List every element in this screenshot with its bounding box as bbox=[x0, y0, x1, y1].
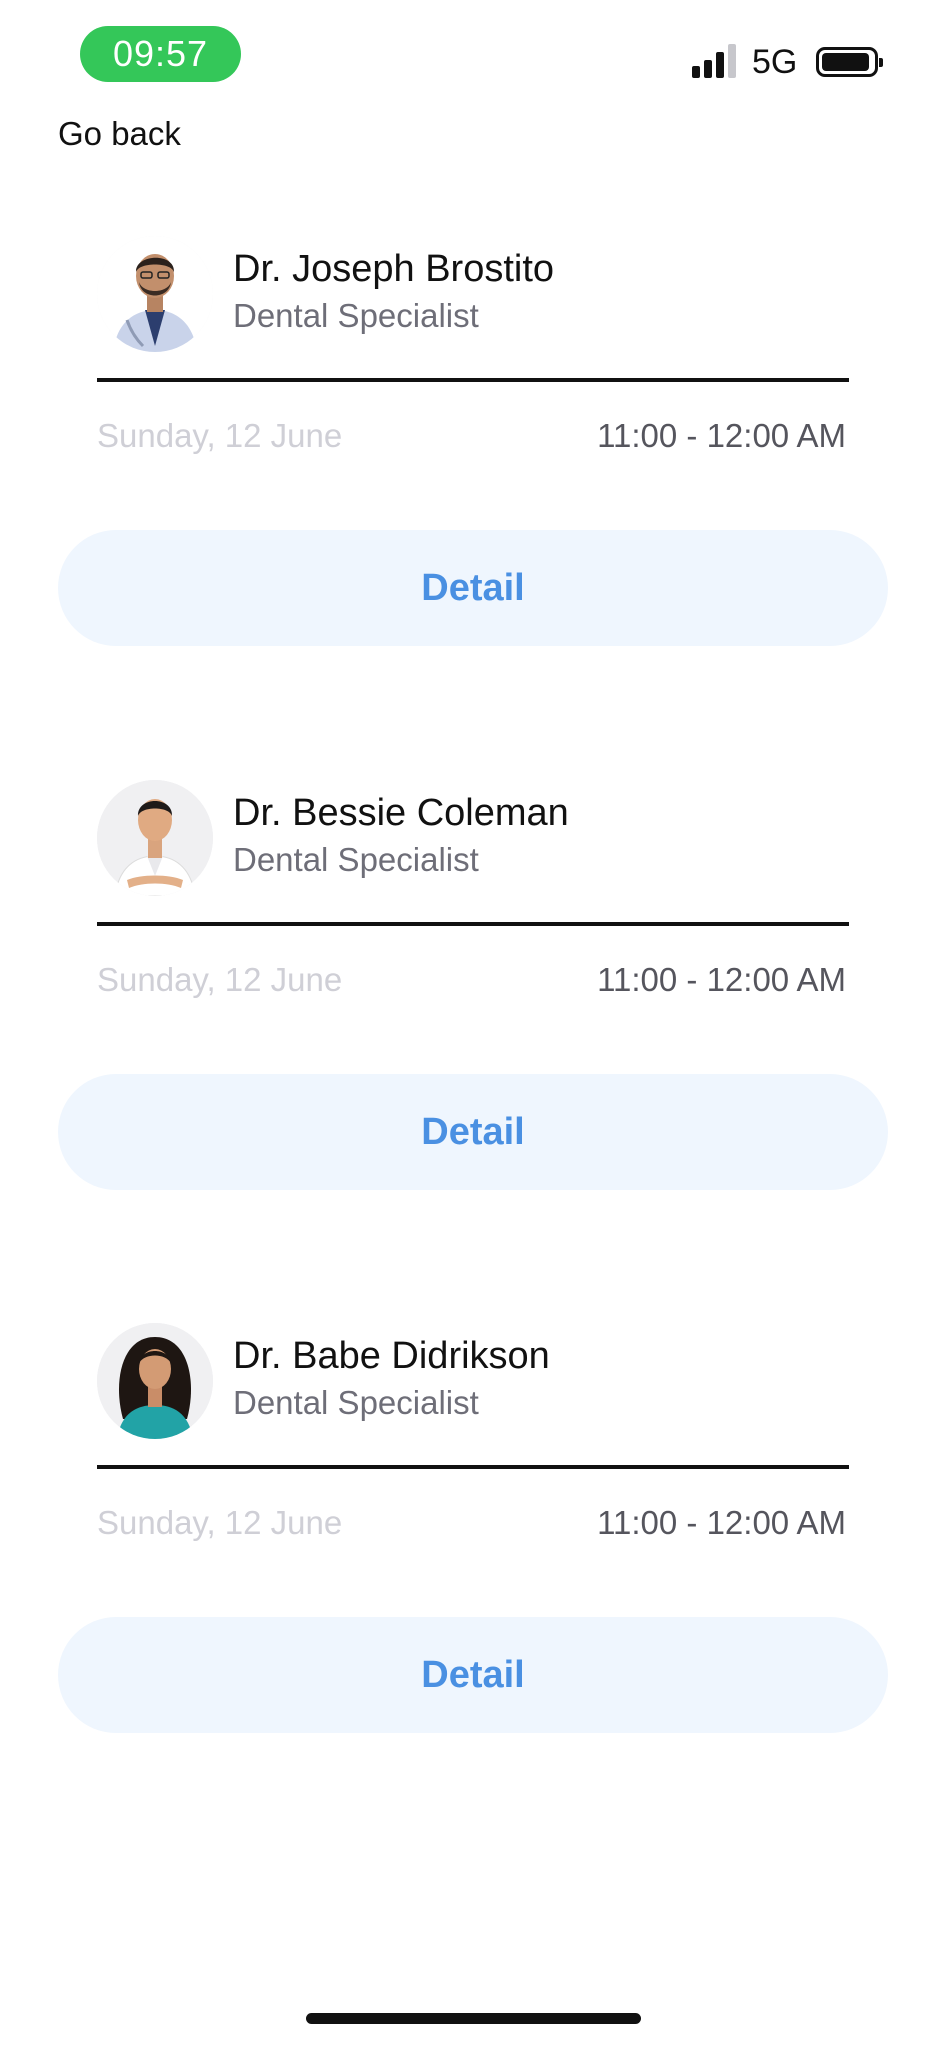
appointment-time: 11:00 - 12:00 AM bbox=[597, 417, 846, 454]
doctor-avatar bbox=[97, 780, 213, 896]
doctor-specialty: Dental Specialist bbox=[233, 841, 479, 878]
divider bbox=[97, 1465, 849, 1469]
doctor-specialty: Dental Specialist bbox=[233, 1384, 479, 1421]
appointment-date: Sunday, 12 June bbox=[97, 417, 343, 454]
status-time: 09:57 bbox=[80, 26, 241, 82]
home-indicator[interactable] bbox=[306, 2013, 641, 2024]
detail-button[interactable]: Detail bbox=[58, 530, 888, 646]
appointment-card: Dr. Babe Didrikson Dental Specialist Sun… bbox=[0, 1323, 946, 1773]
divider bbox=[97, 378, 849, 382]
doctor-avatar bbox=[97, 1323, 213, 1439]
doctor-name: Dr. Joseph Brostito bbox=[233, 248, 555, 290]
signal-icon bbox=[692, 44, 740, 78]
doctor-avatar bbox=[97, 236, 213, 352]
detail-button[interactable]: Detail bbox=[58, 1617, 888, 1733]
battery-icon bbox=[816, 47, 883, 77]
appointment-card: Dr. Joseph Brostito Dental Specialist Su… bbox=[0, 236, 946, 686]
divider bbox=[97, 922, 849, 926]
appointment-card: Dr. Bessie Coleman Dental Specialist Sun… bbox=[0, 780, 946, 1230]
doctor-specialty: Dental Specialist bbox=[233, 297, 479, 334]
doctor-name: Dr. Babe Didrikson bbox=[233, 1335, 550, 1377]
appointment-date: Sunday, 12 June bbox=[97, 1504, 343, 1541]
doctor-name: Dr. Bessie Coleman bbox=[233, 792, 569, 834]
detail-button[interactable]: Detail bbox=[58, 1074, 888, 1190]
appointment-date: Sunday, 12 June bbox=[97, 961, 343, 998]
appointment-time: 11:00 - 12:00 AM bbox=[597, 1504, 846, 1541]
appointment-time: 11:00 - 12:00 AM bbox=[597, 961, 846, 998]
go-back-link[interactable]: Go back bbox=[58, 114, 181, 154]
network-label: 5G bbox=[752, 43, 798, 81]
status-bar: 09:57 5G bbox=[0, 0, 946, 110]
